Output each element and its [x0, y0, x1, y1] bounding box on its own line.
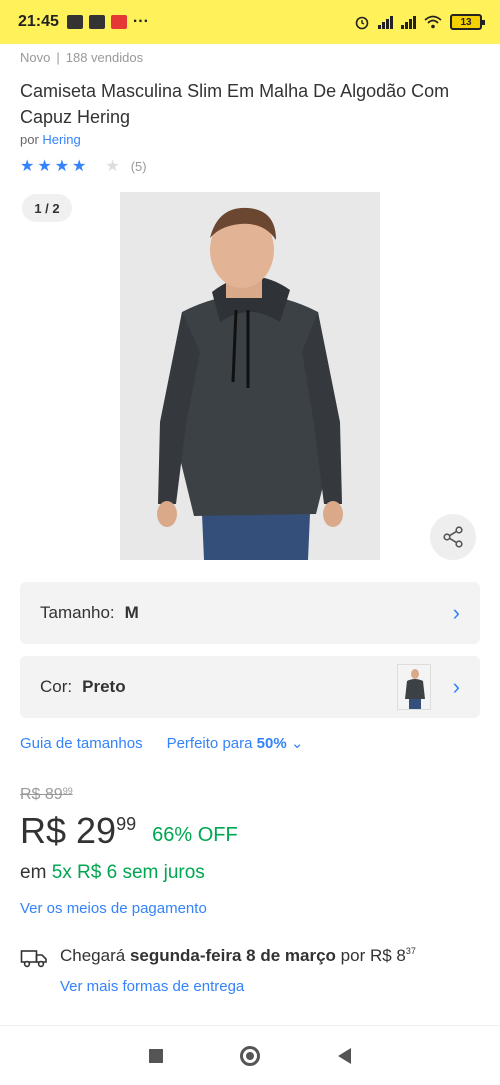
- discount-badge: 66% OFF: [152, 824, 238, 846]
- current-price: R$ 2999: [20, 810, 136, 852]
- battery-icon: 13: [450, 14, 485, 30]
- shipping-prefix: Chegará: [60, 946, 126, 965]
- fit-prefix: Perfeito para: [166, 735, 253, 752]
- color-value: Preto: [82, 677, 126, 696]
- price-value: R$ 29: [20, 810, 117, 851]
- chevron-right-icon: ›: [452, 600, 460, 625]
- share-icon: [443, 526, 463, 548]
- image-counter: 1 / 2: [22, 194, 72, 222]
- color-label: Cor:: [40, 677, 73, 696]
- rating-stars: ★ ★ ★ ★ ★: [20, 158, 120, 175]
- old-price: R$ 8999: [20, 786, 73, 804]
- more-dots-icon: ···: [132, 13, 149, 30]
- shipping-info: Chegará segunda-feira 8 de março por R$ …: [60, 946, 416, 966]
- notification-icon: [110, 15, 127, 29]
- brand-prefix: por: [20, 132, 39, 147]
- shipping-cost: por R$ 8: [340, 946, 406, 965]
- chevron-right-icon-color: ›: [452, 674, 460, 699]
- chevron-down-icon: ⌄: [290, 735, 304, 752]
- back-button[interactable]: [338, 1047, 352, 1064]
- signal-icon: [378, 15, 393, 29]
- signal-icon-2: [401, 15, 416, 29]
- product-title: Camiseta Masculina Slim Em Malha De Algo…: [20, 81, 450, 127]
- fit-link[interactable]: Perfeito para 50% ⌄: [167, 734, 304, 752]
- brand-link[interactable]: Hering: [42, 132, 80, 147]
- product-image[interactable]: [120, 192, 380, 560]
- old-price-cents: 99: [62, 786, 73, 796]
- size-guide-link[interactable]: Guia de tamanhos: [20, 735, 143, 752]
- recents-button[interactable]: [148, 1048, 163, 1063]
- color-selector[interactable]: Cor: Preto ›: [20, 656, 480, 718]
- status-bar: 21:45 ··· 13: [0, 0, 500, 44]
- sold-count: 188 vendidos: [65, 50, 144, 65]
- truck-icon: [20, 950, 47, 968]
- more-delivery-options-link[interactable]: Ver mais formas de entrega: [60, 978, 244, 995]
- installments: em 5x R$ 6 sem juros: [20, 862, 205, 884]
- share-button[interactable]: [430, 514, 476, 560]
- review-count: (5): [130, 158, 147, 174]
- fit-value: 50%: [256, 735, 287, 752]
- product-brand: por Hering: [20, 132, 81, 147]
- payment-methods-link[interactable]: Ver os meios de pagamento: [20, 900, 207, 917]
- condition: Novo: [20, 50, 51, 65]
- color-thumbnail: [396, 664, 431, 710]
- product-meta: Novo | 188 vendidos: [20, 50, 143, 65]
- installments-prefix: em: [20, 862, 47, 883]
- size-links: Guia de tamanhos Perfeito para 50% ⌄: [20, 734, 304, 753]
- size-value: M: [124, 603, 139, 622]
- system-nav-bar: [0, 1025, 500, 1085]
- old-price-value: R$ 89: [20, 786, 63, 803]
- size-selector[interactable]: Tamanho: M ›: [20, 582, 480, 644]
- product-photo: [120, 192, 380, 560]
- home-button[interactable]: [240, 1045, 261, 1066]
- rating[interactable]: ★ ★ ★ ★ ★ (5): [20, 156, 147, 176]
- divider: |: [56, 50, 60, 65]
- size-label: Tamanho:: [40, 603, 115, 622]
- wifi-icon: [424, 15, 442, 29]
- shipping-date: segunda-feira 8 de março: [129, 946, 336, 965]
- twitch-icon: [88, 15, 105, 29]
- price-cents: 99: [116, 814, 137, 834]
- message-icon: [66, 15, 83, 29]
- alarm-icon: [355, 16, 369, 30]
- price-row: R$ 2999 66% OFF: [20, 810, 238, 852]
- shipping-cents: 37: [405, 946, 416, 956]
- status-time: 21:45: [18, 13, 59, 30]
- installments-value: 5x R$ 6 sem juros: [51, 862, 205, 883]
